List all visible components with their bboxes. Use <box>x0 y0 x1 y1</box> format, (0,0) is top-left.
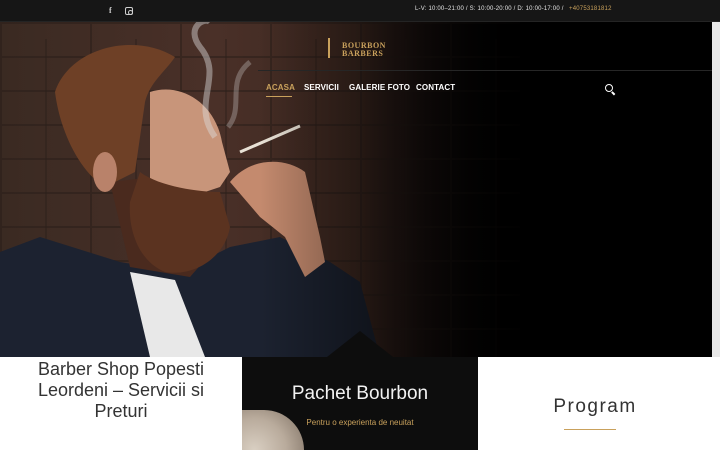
program-title-underline <box>564 429 616 430</box>
dark-gradient-overlay <box>260 22 712 357</box>
search-icon[interactable] <box>605 84 613 92</box>
active-nav-underline <box>266 96 292 97</box>
nav-item-galerie-foto[interactable]: GALERIE FOTO <box>349 83 410 92</box>
program-title: Program <box>553 396 637 417</box>
facebook-icon[interactable]: f <box>109 5 112 17</box>
opening-hours: L-V: 10:00–21:00 / S: 10:00-20:00 / D: 1… <box>415 6 564 12</box>
hero-banner: BOURBON BARBERS ACASA SERVICII GALERIE F… <box>0 22 712 357</box>
logo-mark <box>328 38 338 58</box>
scrollbar[interactable] <box>712 22 720 357</box>
phone-link[interactable]: +40753181812 <box>569 6 612 12</box>
bourbon-package-title: Pachet Bourbon <box>291 383 429 404</box>
services-prices-panel[interactable]: Barber Shop Popesti Leordeni – Servicii … <box>0 357 242 450</box>
panel-notch <box>327 331 393 357</box>
nav-divider <box>258 70 712 71</box>
bourbon-package-panel[interactable]: Pachet Bourbon Pentru o experienta de ne… <box>242 331 478 450</box>
nav-item-contact[interactable]: CONTACT <box>416 83 455 92</box>
right-gutter <box>712 357 720 450</box>
nav-item-acasa[interactable]: ACASA <box>266 83 295 92</box>
shaving-brush-image <box>242 410 304 450</box>
services-prices-title: Barber Shop Popesti Leordeni – Servicii … <box>37 359 205 421</box>
bourbon-package-subtitle: Pentru o experienta de neuitat <box>306 418 414 427</box>
top-bar: f L-V: 10:00–21:00 / S: 10:00-20:00 / D:… <box>0 0 720 22</box>
bourbon-barbers-logo[interactable]: BOURBON BARBERS <box>328 38 400 62</box>
nav-item-servicii[interactable]: SERVICII <box>304 83 339 92</box>
program-panel[interactable]: Program <box>478 357 712 450</box>
logo-line-2: BARBERS <box>342 49 384 58</box>
instagram-icon[interactable] <box>125 7 133 15</box>
